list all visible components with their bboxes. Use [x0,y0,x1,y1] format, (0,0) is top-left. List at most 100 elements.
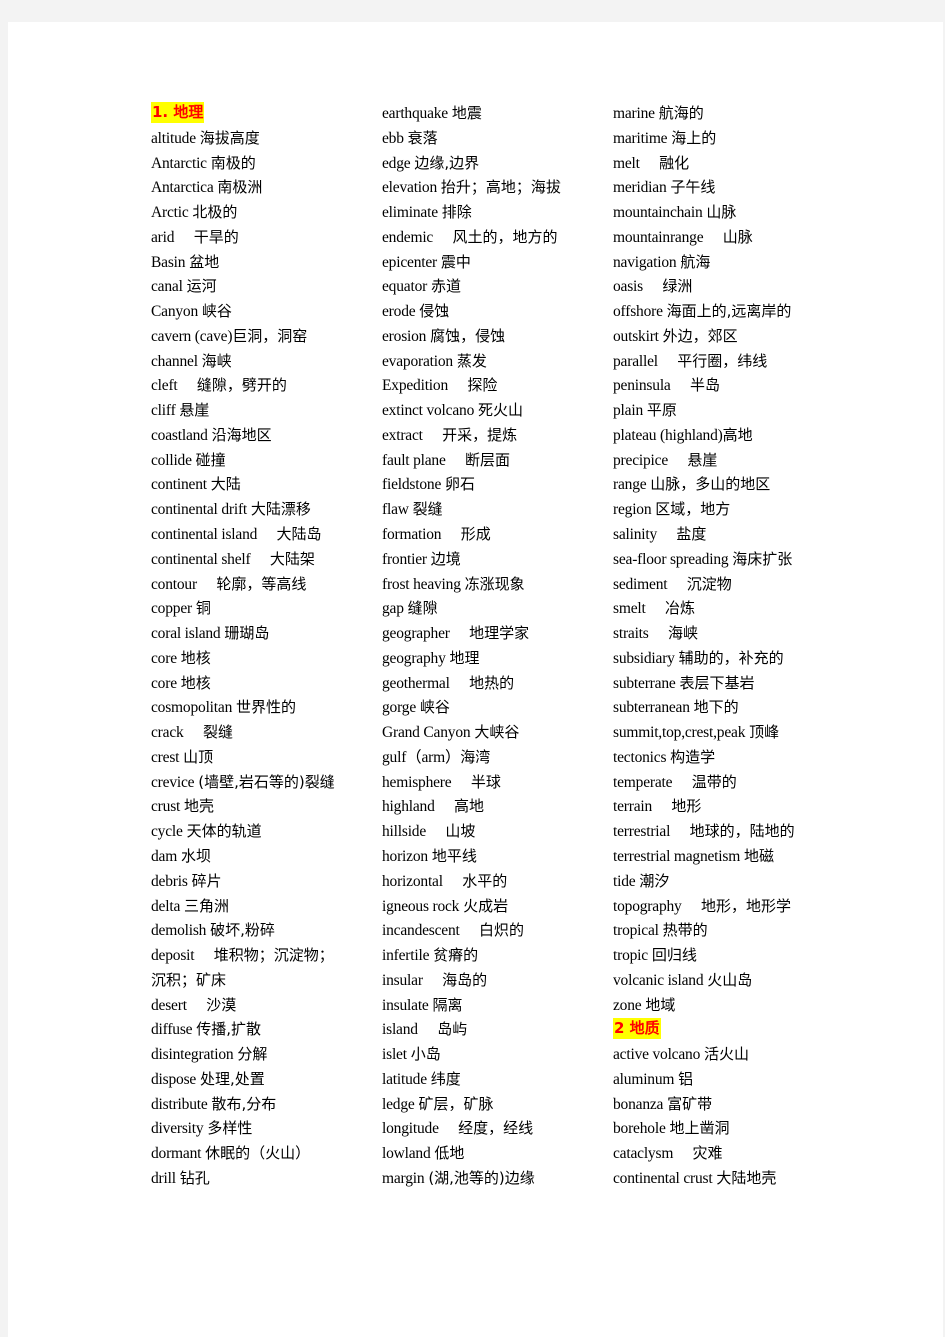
term-separator [257,526,276,543]
vocab-entry: Antarctic 南极的 [151,151,383,176]
chinese-definition: 峡谷 [419,698,450,717]
english-term: geographer [382,625,450,643]
english-term: zone [613,996,642,1014]
chinese-definition: 沉淀物 [686,574,732,593]
vocab-entry: topography 地形，地形学 [613,894,845,919]
chinese-definition: 形成 [460,525,491,544]
chinese-definition: 探险 [467,376,498,395]
chinese-definition: 地核 [180,673,211,692]
chinese-definition: 沙漠 [206,995,237,1014]
chinese-definition: 地形 [671,797,702,816]
chinese-definition: 地形，地形学 [700,896,791,915]
term-separator [187,997,206,1014]
vocab-entry: formation 形成 [382,522,614,547]
chinese-definition: 融化 [659,153,690,172]
chinese-definition: 回归线 [651,946,697,965]
english-term: meridian [613,179,667,197]
english-term: mountainrange [613,228,704,246]
english-term: gulf（arm） [382,748,461,766]
english-term: desert [151,996,187,1014]
chinese-definition: 平原 [646,401,677,420]
english-term: oasis [613,278,644,296]
english-term: coral island [151,625,221,643]
english-term: copper [151,600,192,618]
term-separator [668,452,687,469]
english-term: Arctic [151,204,189,222]
section-heading: 2 地质 [613,1017,845,1042]
english-term: navigation [613,253,677,271]
section-heading-text: 1. 地理 [151,102,205,123]
chinese-definition: 平行圈，纬线 [677,351,768,370]
vocab-entry: oasis 绿洲 [613,274,845,299]
chinese-definition: 裂缝 [412,500,443,519]
vocab-entry: lowland 低地 [382,1141,614,1166]
vocab-entry: extinct volcano 死火山 [382,398,614,423]
chinese-definition: 山坡 [445,822,476,841]
english-term: borehole [613,1120,666,1138]
vocab-entry: fault plane 断层面 [382,448,614,473]
vocab-entry: drill 钻孔 [151,1166,383,1191]
vocab-entry: ledge 矿层，矿脉 [382,1092,614,1117]
chinese-definition: 经度，经线 [458,1119,534,1138]
english-term: crest [151,748,180,766]
chinese-definition: 巨洞，洞窑 [232,326,308,345]
english-term: continental island [151,526,258,544]
english-term: mountainchain [613,204,703,222]
english-term: infertile [382,947,430,965]
english-term: contour [151,575,197,593]
vocab-entry: flaw 裂缝 [382,497,614,522]
english-term: tropical [613,922,659,940]
chinese-definition: 潮汐 [639,871,670,890]
vocab-entry: continental shelf 大陆架 [151,547,383,572]
vocab-entry: core 地核 [151,646,383,671]
vocab-entry: sea-floor spreading 海床扩张 [613,547,845,572]
vocab-entry: elevation 抬升；高地；海拔 [382,175,614,200]
chinese-definition: 运河 [186,277,217,296]
english-term: coastland [151,426,208,444]
term-separator [657,526,676,543]
vocab-entry: range 山脉，多山的地区 [613,472,845,497]
vocab-entry: canal 运河 [151,274,383,299]
chinese-definition: (湖,池等的)边缘 [428,1168,535,1187]
chinese-definition: 构造学 [670,747,716,766]
chinese-definition: 山顶 [183,747,214,766]
english-term: active volcano [613,1046,701,1064]
english-term: incandescent [382,922,460,940]
term-separator [435,798,454,815]
chinese-definition: 海床扩张 [732,549,793,568]
english-term: delta [151,897,181,915]
vocab-entry: frost heaving 冻涨现象 [382,572,614,597]
english-term: formation [382,526,442,544]
vocab-entry: plateau (highland)高地 [613,423,845,448]
chinese-definition: 子午线 [670,178,716,197]
chinese-definition: 地震 [451,104,482,122]
english-term: subsidiary [613,649,675,667]
chinese-definition: 地核 [180,648,211,667]
vocab-entry: horizon 地平线 [382,844,614,869]
vocab-entry: continental drift 大陆漂移 [151,497,383,522]
document-page: 1. 地理 altitude 海拔高度 Antarctic 南极的 Antarctic… [8,22,943,1337]
english-term: tectonics [613,748,667,766]
term-separator [433,229,452,246]
vocab-entry: margin (湖,池等的)边缘 [382,1166,614,1191]
english-term: channel [151,352,198,370]
chinese-definition: 表层下基岩 [679,673,755,692]
english-term: terrain [613,798,653,816]
term-separator [460,922,479,939]
chinese-definition: 沿海地区 [211,425,272,444]
chinese-definition: 缝隙，劈开的 [196,376,287,395]
english-term: terrestrial [613,823,671,841]
vocab-entry: coral island 珊瑚岛 [151,621,383,646]
chinese-definition: 大陆架 [269,549,315,568]
chinese-definition: 轮廓，等高线 [216,574,307,593]
english-term: region [613,501,652,519]
chinese-definition: 腐蚀，侵蚀 [430,326,506,345]
english-term: diversity [151,1120,204,1138]
vocab-entry: cycle 天体的轨道 [151,819,383,844]
english-term: drill [151,1169,176,1187]
term-separator [643,278,662,295]
vocab-entry: offshore 海面上的,远离岸的 [613,299,845,324]
vocab-entry: summit,top,crest,peak 顶峰 [613,720,845,745]
chinese-definition: 高地 [722,425,753,444]
vocab-entry: sediment 沉淀物 [613,572,845,597]
